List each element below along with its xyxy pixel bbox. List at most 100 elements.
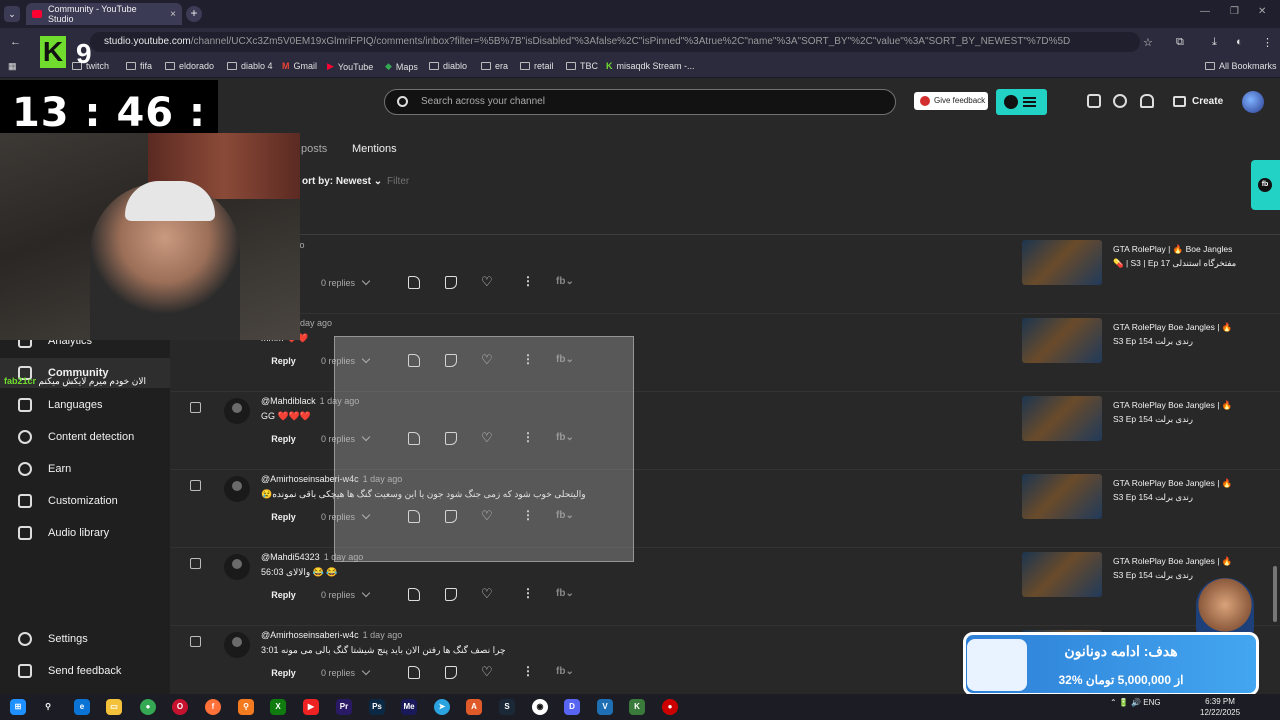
kick-app-icon[interactable]: K bbox=[629, 699, 645, 715]
sidebar-item-send-feedback[interactable]: Send feedback bbox=[0, 656, 170, 686]
commenter-avatar[interactable] bbox=[224, 398, 250, 424]
comment-author[interactable]: @Mahdiblack bbox=[261, 396, 316, 406]
messages-icon[interactable] bbox=[1087, 94, 1101, 108]
windows-start-icon[interactable]: ⊞ bbox=[10, 699, 26, 715]
search-icon[interactable]: ⚲ bbox=[40, 699, 56, 715]
taskbar-clock[interactable]: 6:39 PM 12/22/2025 bbox=[1200, 696, 1240, 718]
comment-checkbox[interactable] bbox=[190, 636, 201, 647]
like-icon[interactable] bbox=[408, 666, 420, 679]
channel-avatar[interactable] bbox=[1242, 91, 1264, 113]
close-window-icon[interactable]: ✕ bbox=[1258, 6, 1266, 17]
search-input[interactable]: Search across your channel bbox=[384, 89, 896, 115]
scrollbar[interactable] bbox=[1273, 566, 1277, 622]
sidebar-item-customization[interactable]: Customization bbox=[0, 486, 170, 516]
browser-tab-active[interactable]: Community - YouTube Studio × bbox=[26, 3, 182, 25]
all-bookmarks[interactable]: All Bookmarks bbox=[1205, 61, 1277, 71]
video-title[interactable]: GTA RolePlay Boe Jangles | 🔥 S3 Ep 154 ر… bbox=[1113, 320, 1243, 348]
xbox-icon[interactable]: X bbox=[270, 699, 286, 715]
filter-input[interactable]: Filter bbox=[387, 176, 409, 187]
browser-menu-icon[interactable]: ⋮ bbox=[1262, 36, 1273, 49]
dislike-icon[interactable] bbox=[445, 276, 457, 289]
edge-icon[interactable]: e bbox=[74, 699, 90, 715]
like-icon[interactable] bbox=[408, 276, 420, 289]
commenter-avatar[interactable] bbox=[224, 554, 250, 580]
sidebar-item-content-detection[interactable]: Content detection bbox=[0, 422, 170, 452]
video-title[interactable]: GTA RolePlay Boe Jangles | 🔥 S3 Ep 154 ر… bbox=[1113, 398, 1243, 426]
reply-button[interactable]: Reply bbox=[261, 584, 306, 606]
download-icon[interactable]: ⤓ bbox=[1212, 36, 1217, 49]
bookmark-fifa[interactable]: fifa bbox=[126, 61, 152, 71]
sidebar-item-languages[interactable]: Languages bbox=[0, 390, 170, 420]
create-button[interactable]: Create bbox=[1166, 91, 1230, 113]
bookmark-retail[interactable]: retail bbox=[520, 61, 554, 71]
heart-icon[interactable]: ♡ bbox=[481, 665, 493, 678]
bookmark-eldorado[interactable]: eldorado bbox=[165, 61, 214, 71]
discord-icon[interactable]: D bbox=[564, 699, 580, 715]
extension-menu-button[interactable] bbox=[996, 89, 1047, 115]
youtube-app-icon[interactable]: ▶ bbox=[303, 699, 319, 715]
maximize-icon[interactable]: ❐ bbox=[1230, 6, 1239, 17]
video-title[interactable]: GTA RolePlay | 🔥 Boe Jangles 💊 | S3 | Ep… bbox=[1113, 242, 1243, 270]
telegram-icon[interactable]: ➤ bbox=[434, 699, 450, 715]
more-options-icon[interactable]: ⋮ bbox=[522, 274, 534, 288]
replies-toggle[interactable]: 0 replies bbox=[321, 588, 371, 600]
video-thumbnail[interactable] bbox=[1022, 474, 1102, 519]
like-icon[interactable] bbox=[408, 588, 420, 601]
bookmark-star-icon[interactable]: ☆ bbox=[1143, 36, 1153, 49]
dislike-icon[interactable] bbox=[445, 588, 457, 601]
url-field[interactable]: studio.youtube.com/channel/UCXc3Zm5V0EM1… bbox=[90, 32, 1140, 52]
more-options-icon[interactable]: ⋮ bbox=[522, 586, 534, 600]
extension-reply-icon[interactable]: fb⌄ bbox=[556, 666, 578, 679]
bookmark-diablo[interactable]: diablo bbox=[429, 61, 467, 71]
profile-icon[interactable]: ◐ bbox=[1236, 36, 1243, 48]
help-icon[interactable] bbox=[1113, 94, 1127, 108]
comment-author[interactable]: @Amirhoseinsaberi-w4c bbox=[261, 630, 359, 640]
extension-reply-icon[interactable]: fb⌄ bbox=[556, 276, 578, 289]
app-a-icon[interactable]: A bbox=[466, 699, 482, 715]
sidebar-item-audio-library[interactable]: Audio library bbox=[0, 518, 170, 548]
bookmark-gmail[interactable]: M Gmail bbox=[282, 61, 317, 71]
comment-checkbox[interactable] bbox=[190, 558, 201, 569]
bookmark-youtube[interactable]: ▶ YouTube bbox=[327, 61, 373, 72]
extension-reply-icon[interactable]: fb⌄ bbox=[556, 588, 578, 601]
file-explorer-icon[interactable]: ▭ bbox=[106, 699, 122, 715]
give-feedback-button[interactable]: Give feedback bbox=[914, 92, 988, 110]
replies-toggle[interactable]: 0 replies bbox=[321, 276, 371, 288]
commenter-avatar[interactable] bbox=[224, 476, 250, 502]
video-thumbnail[interactable] bbox=[1022, 552, 1102, 597]
steam-icon[interactable]: S bbox=[499, 699, 515, 715]
video-thumbnail[interactable] bbox=[1022, 240, 1102, 285]
notifications-bell-icon[interactable] bbox=[1140, 94, 1154, 108]
comment-author[interactable]: @Mahdi54323 bbox=[261, 552, 320, 562]
sidebar-item-earn[interactable]: Earn bbox=[0, 454, 170, 484]
record-icon[interactable]: ● bbox=[662, 699, 678, 715]
media-encoder-icon[interactable]: Me bbox=[401, 699, 417, 715]
dislike-icon[interactable] bbox=[445, 666, 457, 679]
replies-toggle[interactable]: 0 replies bbox=[321, 666, 371, 678]
system-tray[interactable]: ⌃ 🔋 🔊 ENG bbox=[1110, 698, 1161, 707]
comment-checkbox[interactable] bbox=[190, 480, 201, 491]
obs-icon[interactable]: ◉ bbox=[532, 699, 548, 715]
sort-dropdown[interactable]: ort by: Newest ⌄ bbox=[302, 176, 382, 187]
photoshop-icon[interactable]: Ps bbox=[369, 699, 385, 715]
reply-button[interactable]: Reply bbox=[261, 428, 306, 450]
video-thumbnail[interactable] bbox=[1022, 318, 1102, 363]
bookmark-maps[interactable]: ◆ Maps bbox=[385, 61, 418, 72]
heart-icon[interactable]: ♡ bbox=[481, 275, 493, 288]
extension-side-tab[interactable]: fb bbox=[1251, 160, 1280, 210]
video-thumbnail[interactable] bbox=[1022, 396, 1102, 441]
heart-icon[interactable]: ♡ bbox=[481, 587, 493, 600]
opera-icon[interactable]: O bbox=[172, 699, 188, 715]
tab-list-button[interactable]: ⌄ bbox=[4, 6, 20, 22]
reply-button[interactable]: Reply bbox=[261, 662, 306, 684]
close-tab-icon[interactable]: × bbox=[170, 9, 176, 20]
reply-button[interactable]: Reply bbox=[261, 506, 306, 528]
comment-checkbox[interactable] bbox=[190, 402, 201, 413]
search-app-icon[interactable]: ⚲ bbox=[238, 699, 254, 715]
bookmark-diablo4[interactable]: diablo 4 bbox=[227, 61, 273, 71]
premiere-icon[interactable]: Pr bbox=[336, 699, 352, 715]
more-options-icon[interactable]: ⋮ bbox=[522, 664, 534, 678]
video-title[interactable]: GTA RolePlay Boe Jangles | 🔥 S3 Ep 154 ر… bbox=[1113, 476, 1243, 504]
bookmark-misaqdk-stream[interactable]: Kmisaqdk Stream -... bbox=[606, 61, 695, 71]
vscode-icon[interactable]: V bbox=[597, 699, 613, 715]
